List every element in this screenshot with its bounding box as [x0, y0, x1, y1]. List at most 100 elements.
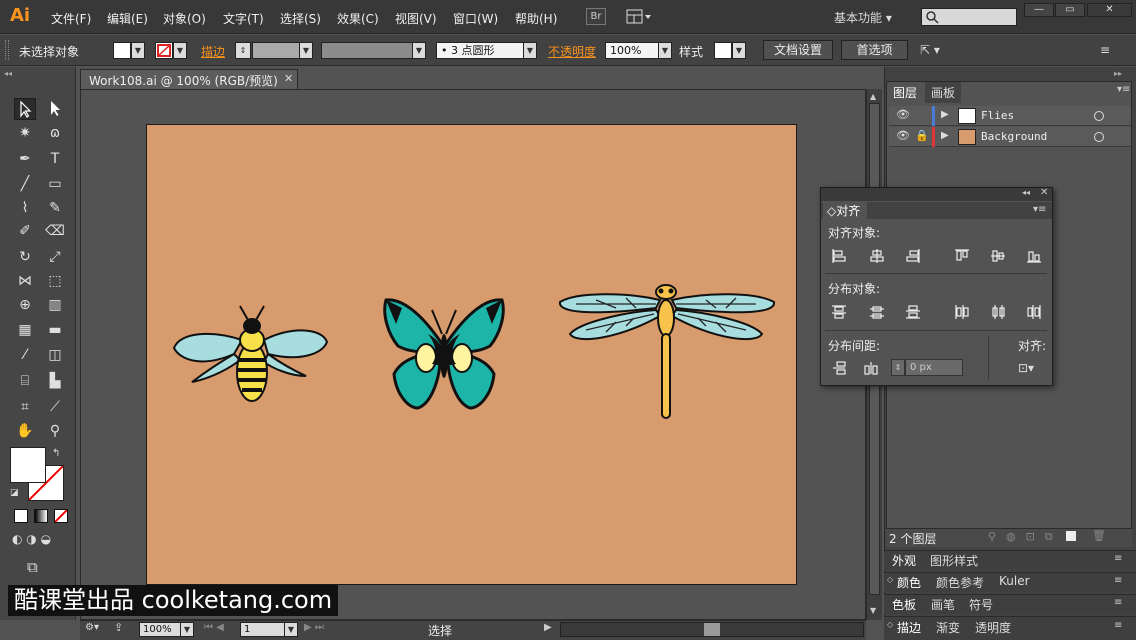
- selection-tool-icon[interactable]: [14, 98, 36, 120]
- menu-window[interactable]: 窗口(W): [453, 10, 498, 27]
- fill-dropdown-arrow[interactable]: ▼: [131, 42, 145, 59]
- menu-file[interactable]: 文件(F): [51, 10, 91, 27]
- new-layer-icon[interactable]: [1066, 531, 1076, 541]
- artboard-tool-icon[interactable]: ⌗: [14, 396, 36, 418]
- bee-artwork[interactable]: [172, 302, 330, 404]
- workspace-switcher[interactable]: 基本功能 ▾: [834, 9, 892, 26]
- screen-mode-icon[interactable]: ⧉: [27, 558, 38, 576]
- artboard-number-field[interactable]: 1: [240, 622, 285, 637]
- dragonfly-artwork[interactable]: [556, 282, 778, 424]
- collapse-toolbar-icon[interactable]: ◂◂: [4, 69, 12, 78]
- close-panel-icon[interactable]: ✕: [1040, 187, 1048, 198]
- stroke-label[interactable]: 描边: [201, 43, 225, 60]
- menu-help[interactable]: 帮助(H): [515, 10, 557, 27]
- expand-layer-icon[interactable]: ▶: [941, 130, 949, 141]
- mesh-tool-icon[interactable]: ▦: [14, 319, 36, 341]
- horizontal-scroll-thumb[interactable]: [704, 623, 720, 636]
- target-circle-icon[interactable]: [1094, 111, 1104, 121]
- tab-layers[interactable]: 图层: [887, 82, 924, 103]
- eraser-tool-icon[interactable]: ⌫: [44, 220, 66, 242]
- align-panel-menu-icon[interactable]: ▾≡: [1033, 204, 1046, 215]
- tab-brushes[interactable]: 画笔: [931, 596, 955, 613]
- tab-align[interactable]: ◇对齐: [823, 202, 867, 219]
- menu-type[interactable]: 文字(T): [223, 10, 264, 27]
- bridge-button[interactable]: Br: [586, 8, 606, 25]
- scale-tool-icon[interactable]: ⤢: [44, 246, 66, 268]
- profile-dropdown-arrow[interactable]: ▼: [412, 42, 426, 59]
- free-transform-tool-icon[interactable]: ⬚: [44, 270, 66, 292]
- shape-builder-tool-icon[interactable]: ⊕: [14, 294, 36, 316]
- opacity-field[interactable]: 100%: [605, 42, 659, 59]
- stroke-weight-dropdown[interactable]: ▼: [299, 42, 313, 59]
- target-circle-icon[interactable]: [1094, 132, 1104, 142]
- brush-dropdown-arrow[interactable]: ▼: [523, 42, 537, 59]
- artboard-dropdown-arrow[interactable]: ▼: [284, 622, 298, 637]
- fill-color-box[interactable]: [10, 447, 46, 483]
- menu-object[interactable]: 对象(O): [163, 10, 206, 27]
- perspective-grid-tool-icon[interactable]: ▥: [44, 294, 66, 316]
- panel-menu-icon[interactable]: ≡: [1114, 575, 1122, 586]
- stroke-swatch[interactable]: [155, 42, 173, 59]
- align-panel-titlebar[interactable]: [821, 188, 1052, 201]
- column-graph-tool-icon[interactable]: ▙: [44, 370, 66, 392]
- status-menu-arrow[interactable]: ▶: [544, 622, 552, 633]
- scroll-up-icon[interactable]: ▲: [870, 92, 876, 101]
- blend-tool-icon[interactable]: ◫: [44, 344, 66, 366]
- blob-brush-tool-icon[interactable]: ✐: [14, 220, 36, 242]
- pencil-tool-icon[interactable]: ✎: [44, 197, 66, 219]
- zoom-field[interactable]: 100%: [139, 622, 181, 637]
- minimize-button[interactable]: —: [1024, 3, 1054, 17]
- scroll-down-icon[interactable]: ▼: [870, 606, 876, 615]
- type-tool-icon[interactable]: T: [44, 148, 66, 170]
- zoom-tool-icon[interactable]: ⚲: [44, 420, 66, 442]
- preferences-button[interactable]: 首选项: [841, 40, 908, 60]
- align-to-selection-dropdown[interactable]: ⊡▾: [1018, 361, 1034, 375]
- first-artboard-icon[interactable]: ⏮ ◀: [204, 622, 224, 633]
- layer-row-background[interactable]: 👁 🔒 ▶ Background: [889, 127, 1131, 147]
- share-icon[interactable]: ⇪: [114, 621, 123, 634]
- rotate-tool-icon[interactable]: ↻: [14, 246, 36, 268]
- document-setup-button[interactable]: 文档设置: [763, 40, 833, 60]
- panel-menu-icon[interactable]: ≡: [1100, 43, 1110, 57]
- slice-tool-icon[interactable]: ⟋: [44, 396, 66, 418]
- stroke-dropdown-arrow[interactable]: ▼: [173, 42, 187, 59]
- butterfly-artwork[interactable]: [382, 294, 506, 414]
- layer-actions-icons[interactable]: ⚲◍⊡⧉: [988, 530, 1063, 544]
- menu-edit[interactable]: 编辑(E): [107, 10, 148, 27]
- swap-fill-stroke-icon[interactable]: ↰: [52, 448, 60, 459]
- collapse-panel-icon[interactable]: ◂◂: [1022, 188, 1030, 197]
- tab-symbols[interactable]: 符号: [969, 596, 993, 613]
- opacity-dropdown-arrow[interactable]: ▼: [658, 42, 672, 59]
- menu-select[interactable]: 选择(S): [280, 10, 321, 27]
- tab-transparency[interactable]: 透明度: [975, 619, 1011, 636]
- panel-menu-icon[interactable]: ≡: [1114, 620, 1122, 631]
- visibility-eye-icon[interactable]: 👁: [896, 129, 910, 142]
- search-input[interactable]: [921, 8, 1017, 26]
- close-button[interactable]: ✕: [1087, 3, 1132, 17]
- default-colors-icon[interactable]: ◪: [10, 488, 19, 498]
- width-tool-icon[interactable]: ⋈: [14, 270, 36, 292]
- graphic-style-swatch[interactable]: [714, 42, 732, 59]
- lock-icon[interactable]: 🔒: [915, 129, 929, 142]
- delete-layer-icon[interactable]: 🗑: [1092, 529, 1106, 542]
- layer-name[interactable]: Flies: [981, 109, 1014, 122]
- direct-selection-tool-icon[interactable]: [44, 98, 66, 120]
- opacity-label[interactable]: 不透明度: [548, 43, 596, 60]
- hand-tool-icon[interactable]: ✋: [14, 420, 36, 442]
- visibility-eye-icon[interactable]: 👁: [896, 108, 910, 121]
- lasso-tool-icon[interactable]: ɷ: [44, 122, 66, 144]
- drawing-modes-icon[interactable]: ◐ ◑ ◒: [12, 532, 72, 549]
- gradient-tool-icon[interactable]: ▬: [44, 319, 66, 341]
- tab-gradient[interactable]: 渐变: [936, 619, 960, 636]
- panel-menu-icon[interactable]: ≡: [1114, 553, 1122, 564]
- collapse-dock-icon[interactable]: ▸▸: [1114, 69, 1122, 78]
- tab-swatches[interactable]: 色板: [892, 596, 916, 613]
- isolation-mode-icon[interactable]: ⇱ ▾: [920, 43, 940, 57]
- menu-view[interactable]: 视图(V): [395, 10, 437, 27]
- fill-swatch[interactable]: [113, 42, 131, 59]
- symbol-sprayer-tool-icon[interactable]: ⌸: [14, 370, 36, 392]
- layer-row-flies[interactable]: 👁 ▶ Flies: [889, 106, 1131, 126]
- expand-layer-icon[interactable]: ▶: [941, 109, 949, 120]
- expand-toggle-icon[interactable]: ◇: [887, 620, 893, 629]
- line-tool-icon[interactable]: ╱: [14, 173, 36, 195]
